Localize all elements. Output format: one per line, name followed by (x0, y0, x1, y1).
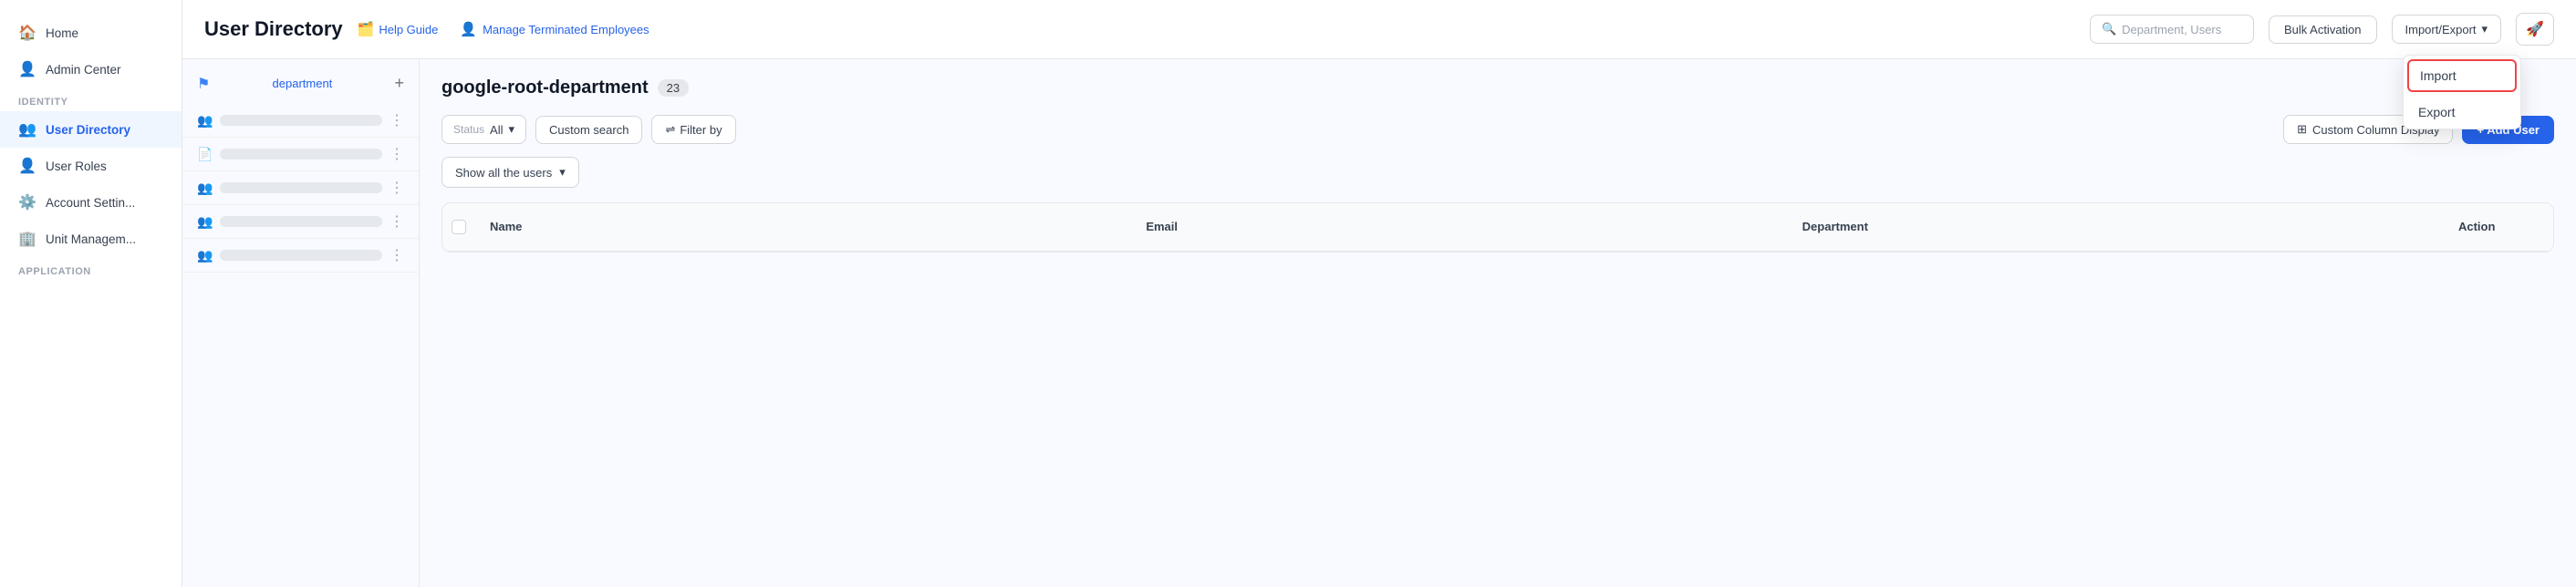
columns-icon: ⊞ (2297, 122, 2307, 137)
table-col-action: Action (2444, 212, 2553, 242)
help-guide-icon: 🗂️ (358, 21, 375, 37)
sidebar-item-user-roles[interactable]: 👤 User Roles (0, 148, 182, 184)
dept-item-name (220, 182, 382, 193)
chevron-down-icon: ▾ (559, 165, 566, 180)
table-header: Name Email Department Action (442, 203, 2553, 252)
help-guide-link[interactable]: 🗂️ Help Guide (358, 21, 439, 37)
dept-item-name (220, 149, 382, 160)
left-panel-header: ⚑ department + (182, 74, 419, 104)
dept-list-item[interactable]: 👥 ⋮ (182, 205, 419, 239)
search-icon: 🔍 (2102, 22, 2116, 36)
dept-label: department (273, 77, 333, 90)
bulk-activation-button[interactable]: Bulk Activation (2269, 15, 2377, 44)
filter-bar: Status All ▾ Custom search ⇌ Filter by ⊞… (441, 115, 2554, 144)
sidebar-item-label: Admin Center (46, 63, 121, 77)
filter-by-label: Filter by (680, 123, 722, 137)
table-col-department: Department (1788, 212, 2444, 242)
users-table: Name Email Department Action (441, 202, 2554, 252)
users2-dept-icon: 👥 (197, 180, 213, 196)
content-area: ⚑ department + 👥 ⋮ 📄 ⋮ 👥 ⋮ 👥 (182, 59, 2576, 587)
status-label: Status (453, 123, 484, 136)
admin-icon: 👤 (18, 60, 36, 78)
dept-name-title: google-root-department (441, 77, 649, 98)
notification-button[interactable]: 🚀 (2516, 13, 2554, 46)
sidebar-item-account-settings[interactable]: ⚙️ Account Settin... (0, 184, 182, 221)
file-dept-icon: 📄 (197, 147, 213, 162)
table-col-email: Email (1131, 212, 1787, 242)
dept-options-icon[interactable]: ⋮ (390, 179, 404, 197)
role-icon: 👤 (18, 157, 36, 175)
sidebar-item-label: Account Settin... (46, 196, 135, 210)
sidebar-item-label: Home (46, 26, 78, 40)
sidebar-item-home[interactable]: 🏠 Home (0, 15, 182, 51)
users-dept-icon: 👥 (197, 113, 213, 129)
custom-search-button[interactable]: Custom search (535, 116, 642, 144)
users3-dept-icon: 👥 (197, 214, 213, 230)
dept-list-item[interactable]: 📄 ⋮ (182, 138, 419, 171)
users4-dept-icon: 👥 (197, 248, 213, 263)
manage-terminated-icon: 👤 (460, 21, 477, 37)
chevron-down-icon: ▾ (508, 122, 514, 137)
settings-icon: ⚙️ (18, 193, 36, 211)
sidebar-item-user-directory[interactable]: 👥 User Directory (0, 111, 182, 148)
dept-options-icon[interactable]: ⋮ (390, 212, 404, 231)
status-filter[interactable]: Status All ▾ (441, 115, 526, 144)
page-header: User Directory 🗂️ Help Guide 👤 Manage Te… (182, 0, 2576, 59)
sidebar-item-label: Unit Managem... (46, 232, 136, 246)
filter-by-button[interactable]: ⇌ Filter by (651, 115, 735, 144)
dept-count-badge: 23 (658, 79, 689, 97)
help-guide-label: Help Guide (379, 23, 438, 36)
table-checkbox-header[interactable] (442, 212, 475, 242)
flag-icon: ⚑ (197, 75, 210, 93)
users-icon: 👥 (18, 120, 36, 139)
sidebar-item-label: User Roles (46, 160, 107, 173)
home-icon: 🏠 (18, 24, 36, 42)
dept-list-item[interactable]: 👥 ⋮ (182, 171, 419, 205)
search-placeholder: Department, Users (2122, 23, 2221, 36)
building-icon: 🏢 (18, 230, 36, 248)
show-all-select[interactable]: Show all the users ▾ (441, 157, 579, 188)
right-panel: google-root-department 23 Status All ▾ C… (420, 59, 2576, 587)
rocket-icon: 🚀 (2526, 22, 2544, 37)
sidebar-item-label: User Directory (46, 123, 130, 137)
chevron-down-icon: ▾ (2482, 22, 2488, 36)
manage-terminated-link[interactable]: 👤 Manage Terminated Employees (460, 21, 649, 37)
dept-item-name (220, 115, 382, 126)
import-export-label: Import/Export (2405, 23, 2477, 36)
dept-item-name (220, 250, 382, 261)
add-dept-button[interactable]: + (394, 74, 404, 93)
status-value: All (490, 123, 503, 137)
import-export-button[interactable]: Import/Export ▾ (2392, 15, 2502, 44)
dept-options-icon[interactable]: ⋮ (390, 111, 404, 129)
dept-list-item[interactable]: 👥 ⋮ (182, 239, 419, 273)
show-all-label: Show all the users (455, 166, 552, 180)
right-panel-header: google-root-department 23 (441, 77, 2554, 98)
sidebar: 🏠 Home 👤 Admin Center Identity 👥 User Di… (0, 0, 182, 587)
import-menu-item[interactable]: Import (2407, 59, 2517, 92)
table-col-name: Name (475, 212, 1131, 242)
select-all-checkbox[interactable] (452, 220, 466, 234)
dept-item-name (220, 216, 382, 227)
filter-icon: ⇌ (665, 122, 675, 137)
manage-terminated-label: Manage Terminated Employees (483, 23, 649, 36)
export-menu-item[interactable]: Export (2404, 96, 2520, 129)
sidebar-item-admin-center[interactable]: 👤 Admin Center (0, 51, 182, 88)
page-title: User Directory (204, 17, 343, 41)
dept-list-item[interactable]: 👥 ⋮ (182, 104, 419, 138)
dept-options-icon[interactable]: ⋮ (390, 246, 404, 264)
section-application: Application (0, 257, 182, 281)
show-all-bar: Show all the users ▾ (441, 157, 2554, 188)
section-identity: Identity (0, 88, 182, 111)
global-search[interactable]: 🔍 Department, Users (2090, 15, 2254, 44)
dept-options-icon[interactable]: ⋮ (390, 145, 404, 163)
import-export-dropdown: Import Export (2403, 55, 2521, 129)
left-panel: ⚑ department + 👥 ⋮ 📄 ⋮ 👥 ⋮ 👥 (182, 59, 420, 587)
main-content: User Directory 🗂️ Help Guide 👤 Manage Te… (182, 0, 2576, 587)
sidebar-item-unit-management[interactable]: 🏢 Unit Managem... (0, 221, 182, 257)
